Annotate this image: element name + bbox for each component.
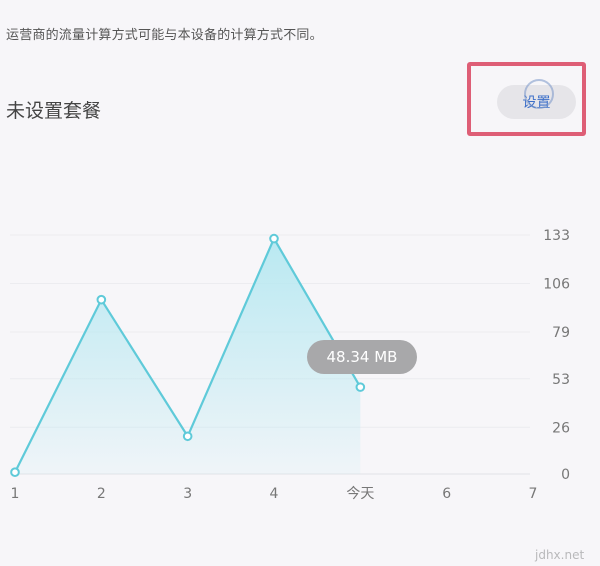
x-tick-label: 2 — [97, 486, 106, 502]
usage-tooltip: 48.34 MB — [307, 340, 417, 374]
usage-chart: 0 26 53 79 106 133 1 2 3 4 今天 6 7 — [10, 228, 570, 502]
x-tick-label: 4 — [270, 486, 279, 502]
x-tick-label: 3 — [183, 486, 192, 502]
data-point — [96, 294, 107, 305]
data-point — [182, 431, 193, 442]
watermark: jdhx.net — [535, 548, 585, 562]
y-tick-label: 106 — [543, 277, 570, 293]
y-tick-label: 79 — [552, 325, 570, 341]
y-tick-label: 0 — [561, 467, 570, 483]
data-point — [269, 233, 279, 244]
y-tick-label: 26 — [552, 420, 570, 436]
x-tick-label: 今天 — [346, 486, 374, 502]
x-tick-label: 6 — [442, 486, 451, 502]
data-point — [10, 467, 20, 478]
y-tick-label: 53 — [552, 372, 570, 388]
data-point — [355, 382, 366, 392]
y-tick-label: 133 — [543, 228, 570, 244]
x-tick-label: 1 — [11, 486, 20, 502]
x-tick-label: 7 — [529, 486, 538, 502]
